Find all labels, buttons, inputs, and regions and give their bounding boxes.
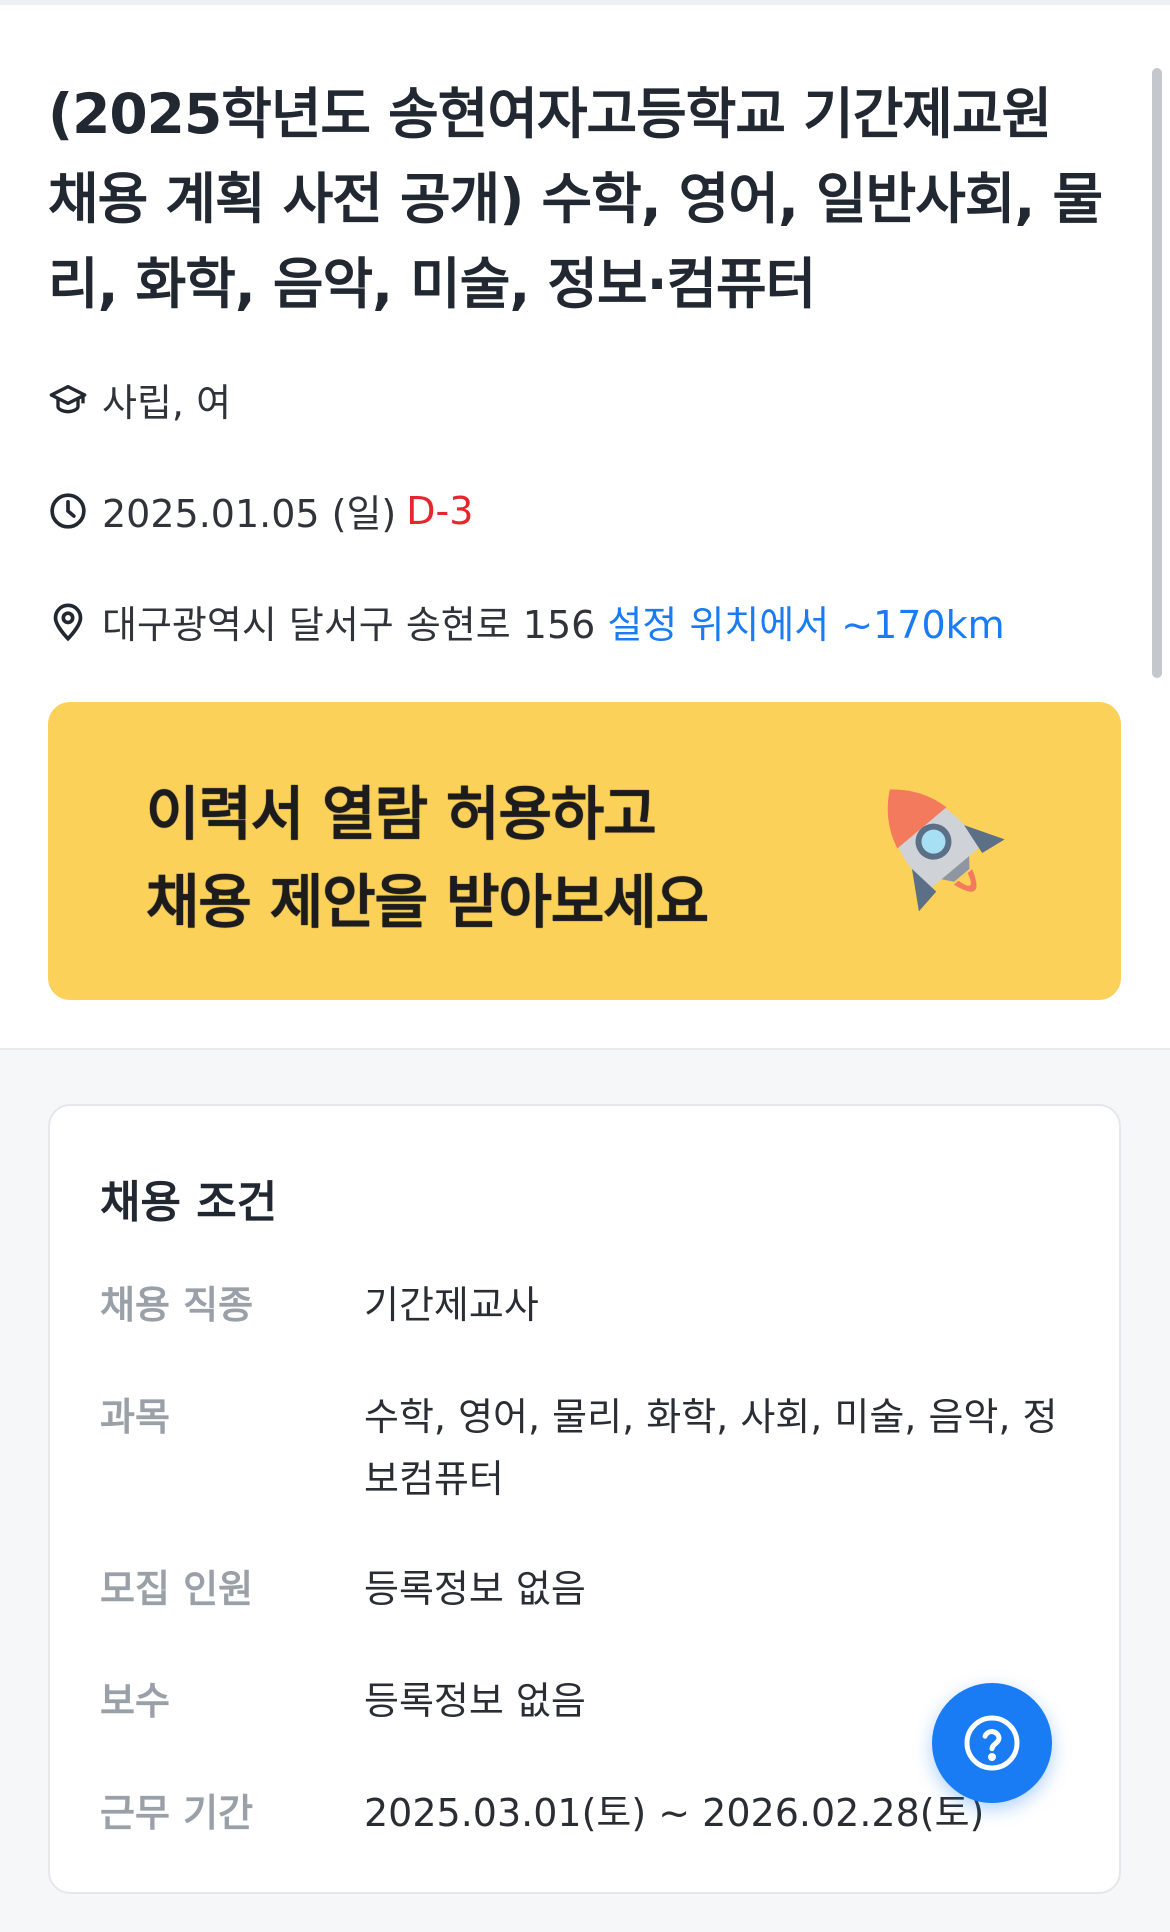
address: 대구광역시 달서구 송현로 156 — [102, 603, 596, 647]
card-title: 채용 조건 — [100, 1177, 278, 1228]
location-row: 대구광역시 달서구 송현로 156 설정 위치에서 ~170km — [48, 594, 1005, 649]
school-type-row: 사립, 여 — [48, 372, 231, 427]
deadline-date: 2025.01.05 (일) — [102, 492, 397, 536]
scrollbar[interactable] — [1152, 68, 1162, 678]
condition-row-job-type: 채용 직종 기간제교사 — [100, 1274, 1080, 1336]
condition-value: 기간제교사 — [364, 1283, 539, 1327]
condition-value: 수학, 영어, 물리, 화학, 사회, 미술, 음악, 정보컴퓨터 — [364, 1395, 1058, 1501]
posting-header: (2025학년도 송현여자고등학교 기간제교원 채용 계획 사전 공개) 수학,… — [48, 72, 1108, 327]
top-divider — [0, 0, 1170, 5]
condition-label: 근무 기간 — [100, 1791, 254, 1835]
condition-label: 모집 인원 — [100, 1567, 254, 1611]
condition-row-period: 근무 기간 2025.03.01(토) ~ 2026.02.28(토) — [100, 1782, 1080, 1844]
d-day-badge: D-3 — [406, 488, 474, 533]
location-pin-icon — [48, 602, 88, 642]
resume-promo-banner[interactable]: 이력서 열람 허용하고 채용 제안을 받아보세요 — [48, 702, 1121, 1000]
school-type: 사립, 여 — [102, 381, 232, 425]
question-circle-icon — [964, 1715, 1020, 1771]
job-posting-page: (2025학년도 송현여자고등학교 기간제교원 채용 계획 사전 공개) 수학,… — [0, 0, 1170, 1932]
condition-label: 채용 직종 — [100, 1283, 254, 1327]
condition-label: 과목 — [100, 1395, 170, 1439]
rocket-icon — [887, 789, 1005, 912]
deadline-row: 2025.01.05 (일) D-3 — [48, 483, 473, 538]
banner-text: 이력서 열람 허용하고 채용 제안을 받아보세요 — [146, 770, 709, 946]
distance-link[interactable]: 설정 위치에서 ~170km — [607, 594, 1004, 649]
help-button[interactable] — [932, 1683, 1052, 1803]
clock-icon — [48, 491, 88, 531]
condition-row-salary: 보수 등록정보 없음 — [100, 1670, 1080, 1732]
condition-row-headcount: 모집 인원 등록정보 없음 — [100, 1558, 1080, 1620]
page-title: (2025학년도 송현여자고등학교 기간제교원 채용 계획 사전 공개) 수학,… — [48, 82, 1103, 316]
condition-label: 보수 — [100, 1679, 170, 1723]
banner-line-1: 이력서 열람 허용하고 — [146, 780, 657, 848]
condition-value: 등록정보 없음 — [364, 1567, 586, 1611]
banner-line-2: 채용 제안을 받아보세요 — [146, 868, 709, 936]
graduation-cap-icon — [48, 380, 88, 420]
condition-row-subjects: 과목 수학, 영어, 물리, 화학, 사회, 미술, 음악, 정보컴퓨터 — [100, 1386, 1080, 1510]
